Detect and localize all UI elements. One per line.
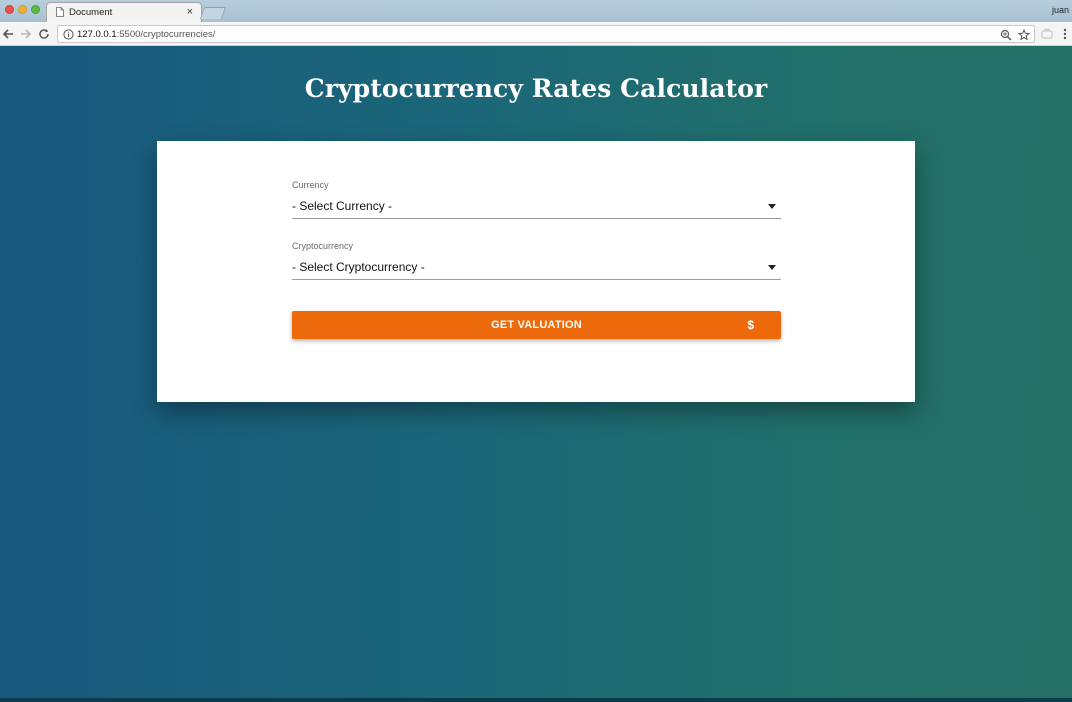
url-path: :5500/cryptocurrencies/ xyxy=(116,29,216,40)
tab-title: Document xyxy=(69,7,113,18)
caret-down-icon xyxy=(768,265,776,270)
url-text[interactable]: 127.0.0.1:5500/cryptocurrencies/ xyxy=(77,29,215,40)
info-icon[interactable] xyxy=(63,29,74,40)
bottom-strip xyxy=(0,698,1072,702)
currency-selected-value: - Select Currency - xyxy=(292,199,393,213)
get-valuation-button[interactable]: GET VALUATION $ xyxy=(292,311,781,339)
cryptocurrency-field: Cryptocurrency - Select Cryptocurrency - xyxy=(292,241,781,280)
extension-icon[interactable] xyxy=(1040,27,1054,41)
menu-kebab-icon[interactable] xyxy=(1058,27,1072,41)
get-valuation-label: GET VALUATION xyxy=(491,319,582,331)
close-window-button[interactable] xyxy=(5,5,14,14)
currency-label: Currency xyxy=(292,180,329,190)
cryptocurrency-selected-value: - Select Cryptocurrency - xyxy=(292,260,425,274)
page-title: Cryptocurrency Rates Calculator xyxy=(304,74,768,103)
bookmark-star-icon[interactable] xyxy=(1018,29,1030,41)
cryptocurrency-label: Cryptocurrency xyxy=(292,241,354,251)
minimize-window-button[interactable] xyxy=(18,5,27,14)
calculator-card: Currency - Select Currency - Cryptocurre… xyxy=(157,141,915,402)
cryptocurrency-select[interactable]: - Select Cryptocurrency - xyxy=(292,257,781,280)
maximize-window-button[interactable] xyxy=(31,5,40,14)
dollar-icon: $ xyxy=(747,318,754,332)
page-background: Cryptocurrency Rates Calculator Currency… xyxy=(0,46,1072,698)
currency-field: Currency - Select Currency - xyxy=(292,180,781,219)
currency-select[interactable]: - Select Currency - xyxy=(292,196,781,219)
url-host: 127.0.0.1 xyxy=(77,29,117,40)
tab-close-icon[interactable]: × xyxy=(187,5,193,19)
new-tab-button[interactable] xyxy=(199,7,227,19)
browser-tab-bar: Document × juan xyxy=(0,0,1072,22)
browser-tab[interactable]: Document × xyxy=(46,2,202,22)
document-icon xyxy=(56,7,64,17)
back-arrow-icon[interactable] xyxy=(1,27,15,41)
browser-toolbar: 127.0.0.1:5500/cryptocurrencies/ xyxy=(0,22,1072,46)
zoom-icon[interactable] xyxy=(1000,29,1012,41)
caret-down-icon xyxy=(768,204,776,209)
address-bar[interactable]: 127.0.0.1:5500/cryptocurrencies/ xyxy=(57,25,1035,43)
profile-name[interactable]: juan xyxy=(1052,5,1069,15)
reload-icon[interactable] xyxy=(37,27,51,41)
forward-arrow-icon[interactable] xyxy=(19,27,33,41)
